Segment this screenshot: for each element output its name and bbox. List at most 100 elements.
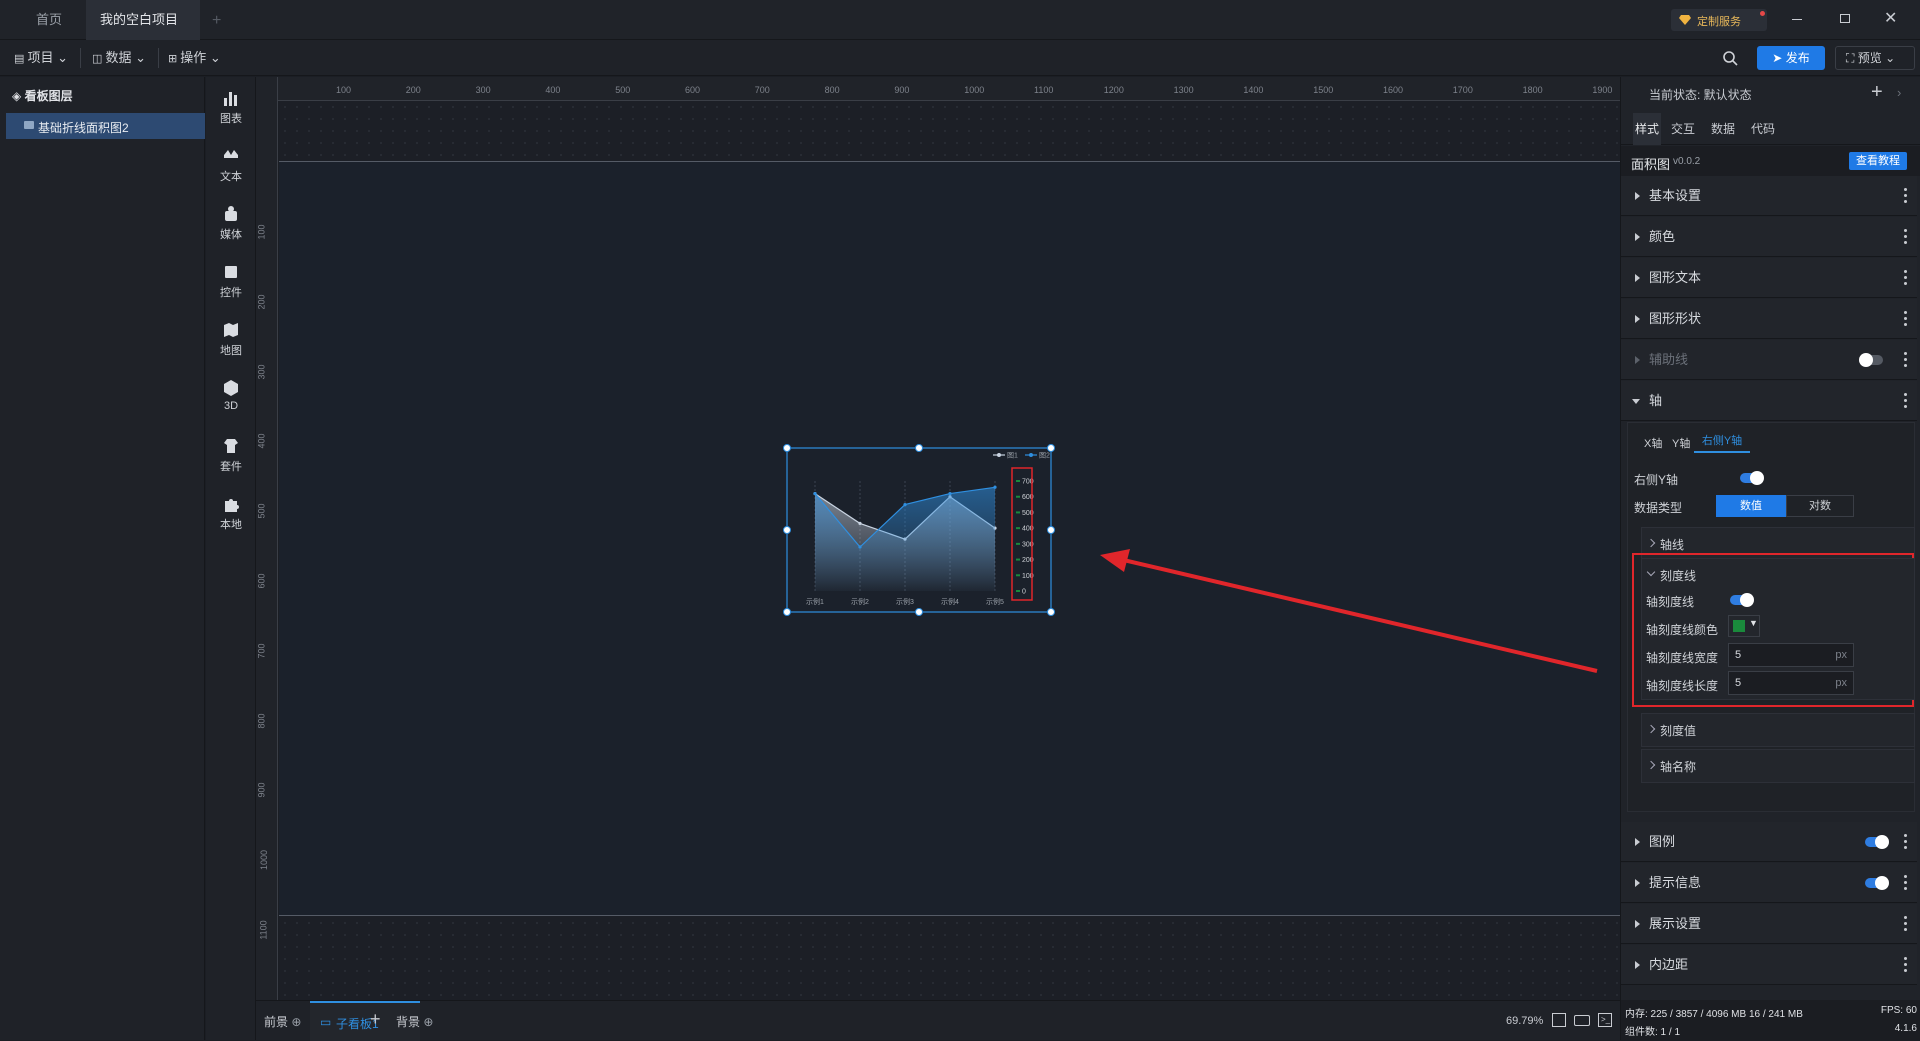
section-guideline[interactable]: 辅助线 bbox=[1621, 340, 1917, 380]
keyboard-icon[interactable] bbox=[1574, 1015, 1590, 1026]
ruler-tick-label: 600 bbox=[256, 573, 267, 589]
tool-widget[interactable]: 控件 bbox=[206, 263, 256, 300]
legend-label: 图1 bbox=[1007, 452, 1018, 460]
chevron-right-icon bbox=[1646, 724, 1656, 734]
tab-home[interactable]: 首页 bbox=[14, 0, 84, 40]
tool-map[interactable]: 地图 bbox=[206, 321, 256, 358]
sub-axis-name[interactable]: 轴名称 bbox=[1641, 749, 1915, 783]
tab-code[interactable]: 代码 bbox=[1751, 113, 1775, 145]
chevron-down-icon[interactable] bbox=[1646, 567, 1656, 577]
axis-tab-right-y[interactable]: 右侧Y轴 bbox=[1694, 429, 1750, 453]
section-legend[interactable]: 图例 bbox=[1621, 822, 1917, 862]
tab-front[interactable]: 前景 ⊕ bbox=[264, 1013, 301, 1030]
tick-line-toggle[interactable] bbox=[1730, 593, 1754, 607]
sub-tick-value[interactable]: 刻度值 bbox=[1641, 713, 1915, 747]
layer-item[interactable]: 基础折线面积图2 bbox=[6, 113, 205, 139]
section-padding[interactable]: 内边距 bbox=[1621, 945, 1917, 985]
menu-data[interactable]: ◫ 数据 ⌄ bbox=[92, 40, 146, 76]
section-color[interactable]: 颜色 bbox=[1621, 217, 1917, 257]
cube-icon bbox=[224, 380, 238, 396]
tab-project[interactable]: 我的空白项目 bbox=[86, 0, 200, 65]
ruler-top: 100 200 300 400 500 600 700 800 900 1000 1100 1200 1… bbox=[258, 77, 1620, 101]
ruler-tick-label: 100 bbox=[256, 224, 267, 240]
section-display[interactable]: 展示设置 bbox=[1621, 904, 1917, 944]
more-icon[interactable] bbox=[1904, 270, 1907, 286]
more-icon[interactable] bbox=[1904, 352, 1907, 368]
zoom-level[interactable]: 69.79% bbox=[1506, 1015, 1543, 1027]
layer-item-label: 基础折线面积图2 bbox=[38, 121, 129, 135]
tool-chart[interactable]: 图表 bbox=[206, 89, 256, 126]
canvas[interactable]: 示例1 示例2 示例3 示例4 示例5 700 600 500 400 300 200 100 0 图1 图… bbox=[279, 101, 1620, 1007]
terminal-icon[interactable]: >_ bbox=[1598, 1013, 1612, 1027]
tab-background[interactable]: 背景 ⊕ bbox=[396, 1013, 433, 1030]
tutorial-button[interactable]: 查看教程 bbox=[1849, 152, 1907, 170]
more-icon[interactable] bbox=[1904, 916, 1907, 932]
more-icon[interactable] bbox=[1904, 311, 1907, 327]
tick-length-input[interactable]: 5 px bbox=[1728, 671, 1854, 695]
more-icon[interactable] bbox=[1904, 188, 1907, 204]
tool-text-label: 文本 bbox=[220, 171, 242, 183]
folder-icon bbox=[24, 121, 34, 129]
component-toolbox: 图表 文本 媒体 控件 地图 3D 套件 本地 bbox=[206, 77, 256, 1040]
panel-tabs: 样式 交互 数据 代码 bbox=[1621, 113, 1920, 145]
data-type-value[interactable]: 数值 bbox=[1716, 495, 1786, 517]
data-type-log[interactable]: 对数 bbox=[1786, 495, 1854, 517]
more-icon[interactable] bbox=[1904, 393, 1907, 409]
layers-title: 看板图层 bbox=[24, 89, 73, 103]
add-state-icon[interactable]: + bbox=[1871, 81, 1883, 104]
tool-media[interactable]: 媒体 bbox=[206, 205, 256, 242]
guideline-toggle[interactable] bbox=[1859, 353, 1883, 367]
area-chart[interactable]: 示例1 示例2 示例3 示例4 示例57006005004003002001000图1 图… bbox=[783, 444, 1055, 616]
chevron-right-icon[interactable]: › bbox=[1897, 85, 1901, 100]
tool-kit[interactable]: 套件 bbox=[206, 437, 256, 474]
tick-width-input[interactable]: 5 px bbox=[1728, 643, 1854, 667]
sub-tick-line: 刻度线 轴刻度线 轴刻度线颜色 ▼ 轴刻度线宽度 5 px 轴刻度线长度 5 px bbox=[1641, 558, 1915, 700]
ruler-tick-label: 1300 bbox=[1173, 85, 1194, 95]
tool-text[interactable]: 文本 bbox=[206, 147, 256, 184]
axis-tab-x[interactable]: X轴 bbox=[1644, 435, 1662, 451]
more-icon[interactable] bbox=[1904, 957, 1907, 973]
publish-button[interactable]: ➤ 发布 bbox=[1757, 46, 1825, 70]
section-guideline-label: 辅助线 bbox=[1649, 352, 1689, 367]
section-shape[interactable]: 图形形状 bbox=[1621, 299, 1917, 339]
puzzle-icon bbox=[225, 499, 239, 512]
minimize-icon[interactable] bbox=[1792, 19, 1802, 20]
ruler-tick-label: 1000 bbox=[964, 85, 985, 95]
tab-interaction[interactable]: 交互 bbox=[1671, 113, 1695, 145]
search-icon[interactable] bbox=[1722, 50, 1738, 66]
tooltip-toggle[interactable] bbox=[1865, 876, 1889, 890]
section-basic[interactable]: 基本设置 bbox=[1621, 176, 1917, 216]
add-board-icon[interactable]: + bbox=[370, 1009, 381, 1030]
section-color-label: 颜色 bbox=[1649, 229, 1676, 244]
section-axis[interactable]: 轴 bbox=[1621, 381, 1917, 421]
restore-icon[interactable] bbox=[1840, 14, 1850, 23]
section-shape-text[interactable]: 图形文本 bbox=[1621, 258, 1917, 298]
add-circle-icon[interactable]: ⊕ bbox=[291, 1015, 301, 1029]
tab-data[interactable]: 数据 bbox=[1711, 113, 1735, 145]
preview-button[interactable]: ⛶ 预览 ⌄ bbox=[1835, 46, 1915, 70]
tool-3d[interactable]: 3D bbox=[206, 379, 256, 412]
ruler-tick-label: 600 bbox=[685, 85, 701, 95]
more-icon[interactable] bbox=[1904, 834, 1907, 850]
x-tick-label: 示例2 bbox=[851, 597, 869, 606]
section-tooltip[interactable]: 提示信息 bbox=[1621, 863, 1917, 903]
right-y-toggle[interactable] bbox=[1740, 471, 1764, 485]
menu-project[interactable]: ▤ 项目 ⌄ bbox=[14, 40, 68, 76]
add-circle-icon[interactable]: ⊕ bbox=[423, 1015, 433, 1029]
close-icon[interactable]: ✕ bbox=[1884, 8, 1897, 28]
fit-screen-icon[interactable] bbox=[1552, 1013, 1566, 1027]
tick-color-picker[interactable]: ▼ bbox=[1728, 615, 1760, 637]
menu-operate[interactable]: ⊞ 操作 ⌄ bbox=[168, 40, 221, 76]
tab-style[interactable]: 样式 bbox=[1633, 113, 1661, 145]
diamond-icon bbox=[1679, 15, 1691, 25]
custom-service-button[interactable]: 定制服务 bbox=[1671, 9, 1767, 31]
tool-local[interactable]: 本地 bbox=[206, 495, 256, 532]
new-tab-icon[interactable]: + bbox=[212, 12, 221, 30]
more-icon[interactable] bbox=[1904, 875, 1907, 891]
resize-handle bbox=[783, 608, 791, 616]
legend-toggle[interactable] bbox=[1865, 835, 1889, 849]
caret-down-icon bbox=[1632, 399, 1640, 404]
tool-media-label: 媒体 bbox=[220, 229, 242, 241]
axis-tab-y[interactable]: Y轴 bbox=[1672, 435, 1690, 451]
more-icon[interactable] bbox=[1904, 229, 1907, 245]
